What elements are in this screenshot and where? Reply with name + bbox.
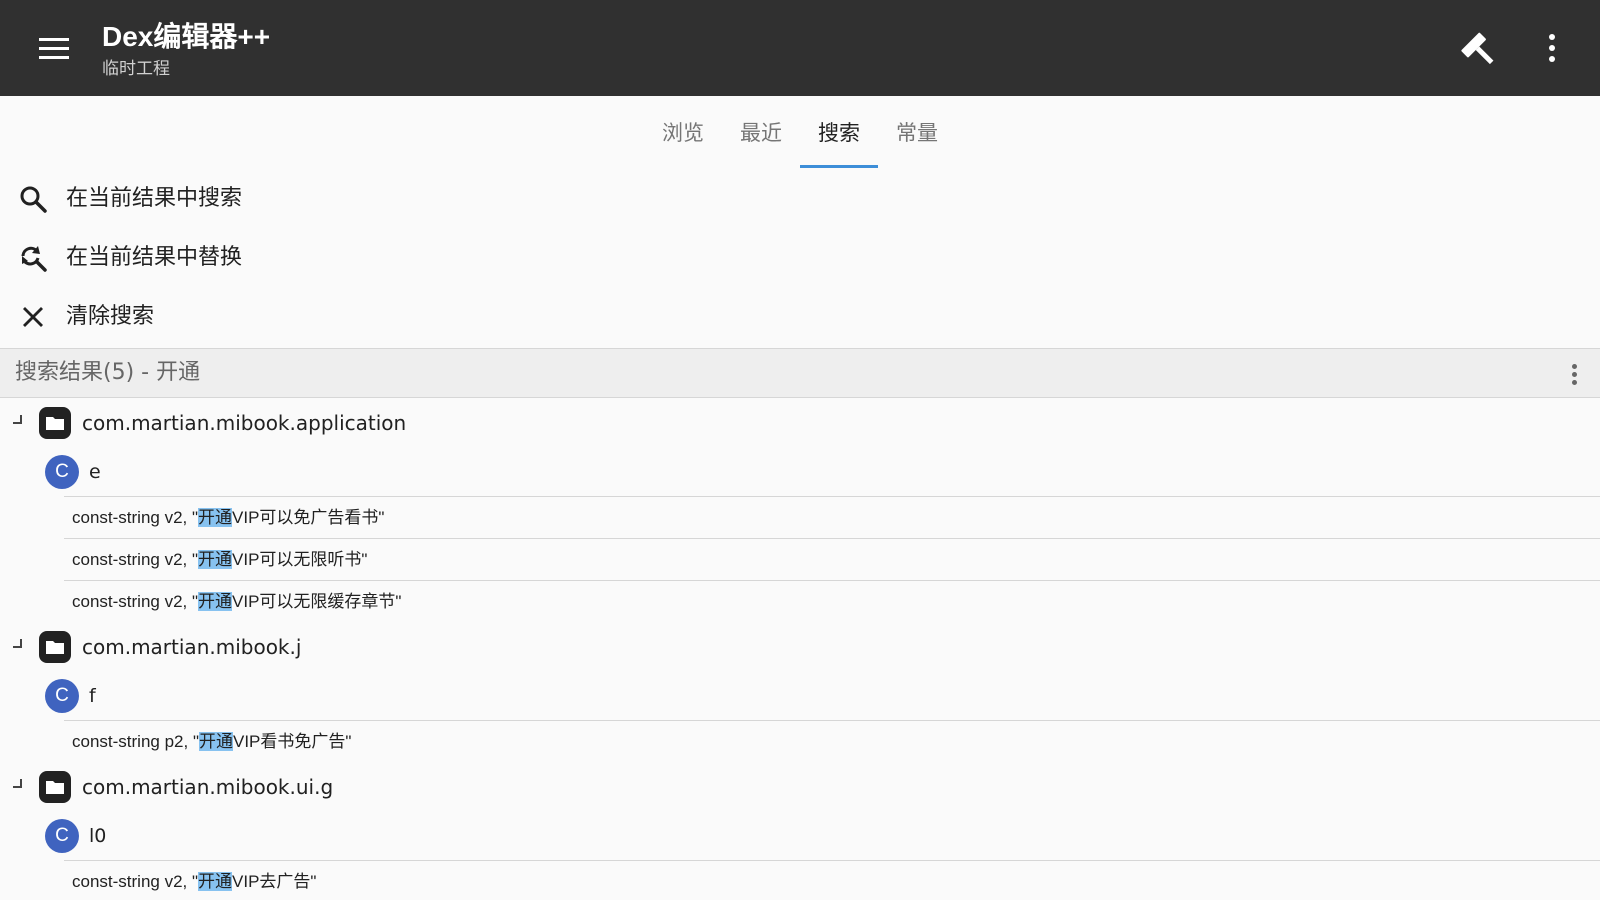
clear-search-action[interactable]: 清除搜索 [0, 288, 1600, 346]
class-row[interactable]: C l0 [0, 812, 1600, 860]
expand-toggle-icon[interactable] [13, 779, 22, 788]
package-name: com.martian.mibook.j [82, 635, 302, 659]
result-line[interactable]: const-string v2, "开通VIP可以免广告看书" [64, 496, 1600, 538]
tab-recent[interactable]: 最近 [722, 96, 800, 168]
package-row[interactable]: com.martian.mibook.j [0, 622, 1600, 672]
result-code: const-string v2, "开通VIP去广告" [72, 872, 317, 891]
match-highlight: 开通 [198, 508, 233, 527]
result-code: const-string p2, "开通VIP看书免广告" [72, 732, 352, 751]
results-header: 搜索结果(5) - 开通 [0, 348, 1600, 398]
replace-in-results-label: 在当前结果中替换 [66, 245, 243, 270]
tab-constants[interactable]: 常量 [878, 96, 956, 168]
search-in-results-label: 在当前结果中搜索 [66, 186, 243, 211]
result-line[interactable]: const-string p2, "开通VIP看书免广告" [64, 720, 1600, 762]
folder-icon [39, 631, 71, 663]
folder-icon [39, 771, 71, 803]
results-tree: com.martian.mibook.application C e const… [0, 398, 1600, 900]
search-in-results-action[interactable]: 在当前结果中搜索 [0, 170, 1600, 228]
tab-browse[interactable]: 浏览 [644, 96, 722, 168]
close-icon [23, 307, 43, 327]
project-subtitle: 临时工程 [102, 59, 170, 79]
result-line[interactable]: const-string v2, "开通VIP去广告" [64, 860, 1600, 900]
class-name: e [89, 461, 101, 483]
class-badge-icon: C [45, 679, 79, 713]
package-row[interactable]: com.martian.mibook.application [0, 398, 1600, 448]
app-bar: Dex编辑器++ 临时工程 [0, 0, 1600, 96]
package-name: com.martian.mibook.application [82, 411, 407, 435]
replace-in-results-action[interactable]: 在当前结果中替换 [0, 229, 1600, 287]
match-highlight: 开通 [198, 872, 233, 891]
tab-search[interactable]: 搜索 [800, 96, 878, 168]
expand-toggle-icon[interactable] [13, 415, 22, 424]
result-code: const-string v2, "开通VIP可以免广告看书" [72, 508, 385, 527]
clear-search-label: 清除搜索 [66, 304, 155, 329]
match-highlight: 开通 [198, 592, 233, 611]
more-vert-icon[interactable] [1540, 30, 1564, 66]
hammer-icon[interactable] [1458, 28, 1502, 72]
match-highlight: 开通 [198, 550, 233, 569]
class-name: f [89, 685, 96, 707]
find-replace-icon [21, 246, 47, 272]
menu-icon[interactable] [30, 30, 78, 66]
app-title: Dex编辑器++ [102, 21, 271, 52]
result-line[interactable]: const-string v2, "开通VIP可以无限缓存章节" [64, 580, 1600, 622]
result-line[interactable]: const-string v2, "开通VIP可以无限听书" [64, 538, 1600, 580]
match-highlight: 开通 [198, 732, 233, 751]
class-name: l0 [89, 825, 107, 847]
search-icon [20, 186, 47, 213]
package-row[interactable]: com.martian.mibook.ui.g [0, 762, 1600, 812]
class-row[interactable]: C f [0, 672, 1600, 720]
class-badge-icon: C [45, 455, 79, 489]
folder-icon [39, 407, 71, 439]
result-code: const-string v2, "开通VIP可以无限听书" [72, 550, 368, 569]
tab-bar: 浏览 最近 搜索 常量 [0, 96, 1600, 168]
results-header-title: 搜索结果(5) - 开通 [15, 360, 201, 385]
class-badge-icon: C [45, 819, 79, 853]
expand-toggle-icon[interactable] [13, 639, 22, 648]
result-code: const-string v2, "开通VIP可以无限缓存章节" [72, 592, 402, 611]
results-more-icon[interactable] [1568, 361, 1580, 387]
class-row[interactable]: C e [0, 448, 1600, 496]
package-name: com.martian.mibook.ui.g [82, 775, 334, 799]
